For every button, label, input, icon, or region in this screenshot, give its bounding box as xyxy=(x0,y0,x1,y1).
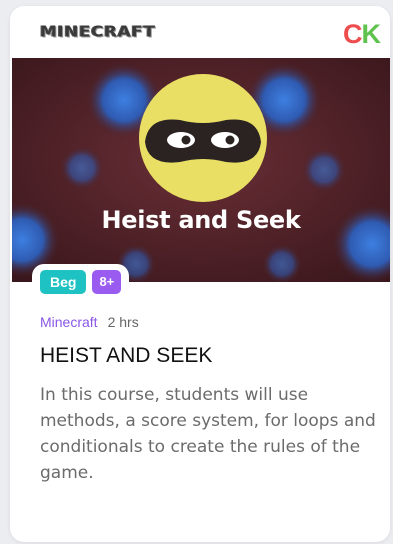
masked-face-icon xyxy=(12,58,390,282)
ck-logo-k: K xyxy=(361,19,381,49)
course-title[interactable]: HEIST AND SEEK xyxy=(40,344,212,368)
course-meta: Minecraft 2 hrs xyxy=(40,314,139,330)
card-header: MINECRAFT CK xyxy=(10,6,390,58)
minecraft-logo: MINECRAFT xyxy=(40,23,156,41)
duration-label: 2 hrs xyxy=(107,314,139,330)
ck-logo: CK xyxy=(343,19,381,50)
course-hero-image[interactable]: Heist and Seek xyxy=(12,58,390,282)
age-badge: 8+ xyxy=(92,270,122,294)
course-description: In this course, students will use method… xyxy=(40,385,376,483)
ck-logo-c: C xyxy=(343,19,362,49)
level-badge: Beg xyxy=(40,270,87,294)
course-card[interactable]: MINECRAFT CK Heist and Seek Beg 8+ Minec… xyxy=(10,6,390,542)
category-label: Minecraft xyxy=(40,314,98,330)
hero-title: Heist and Seek xyxy=(101,206,301,234)
badge-row: Beg 8+ xyxy=(32,264,130,298)
